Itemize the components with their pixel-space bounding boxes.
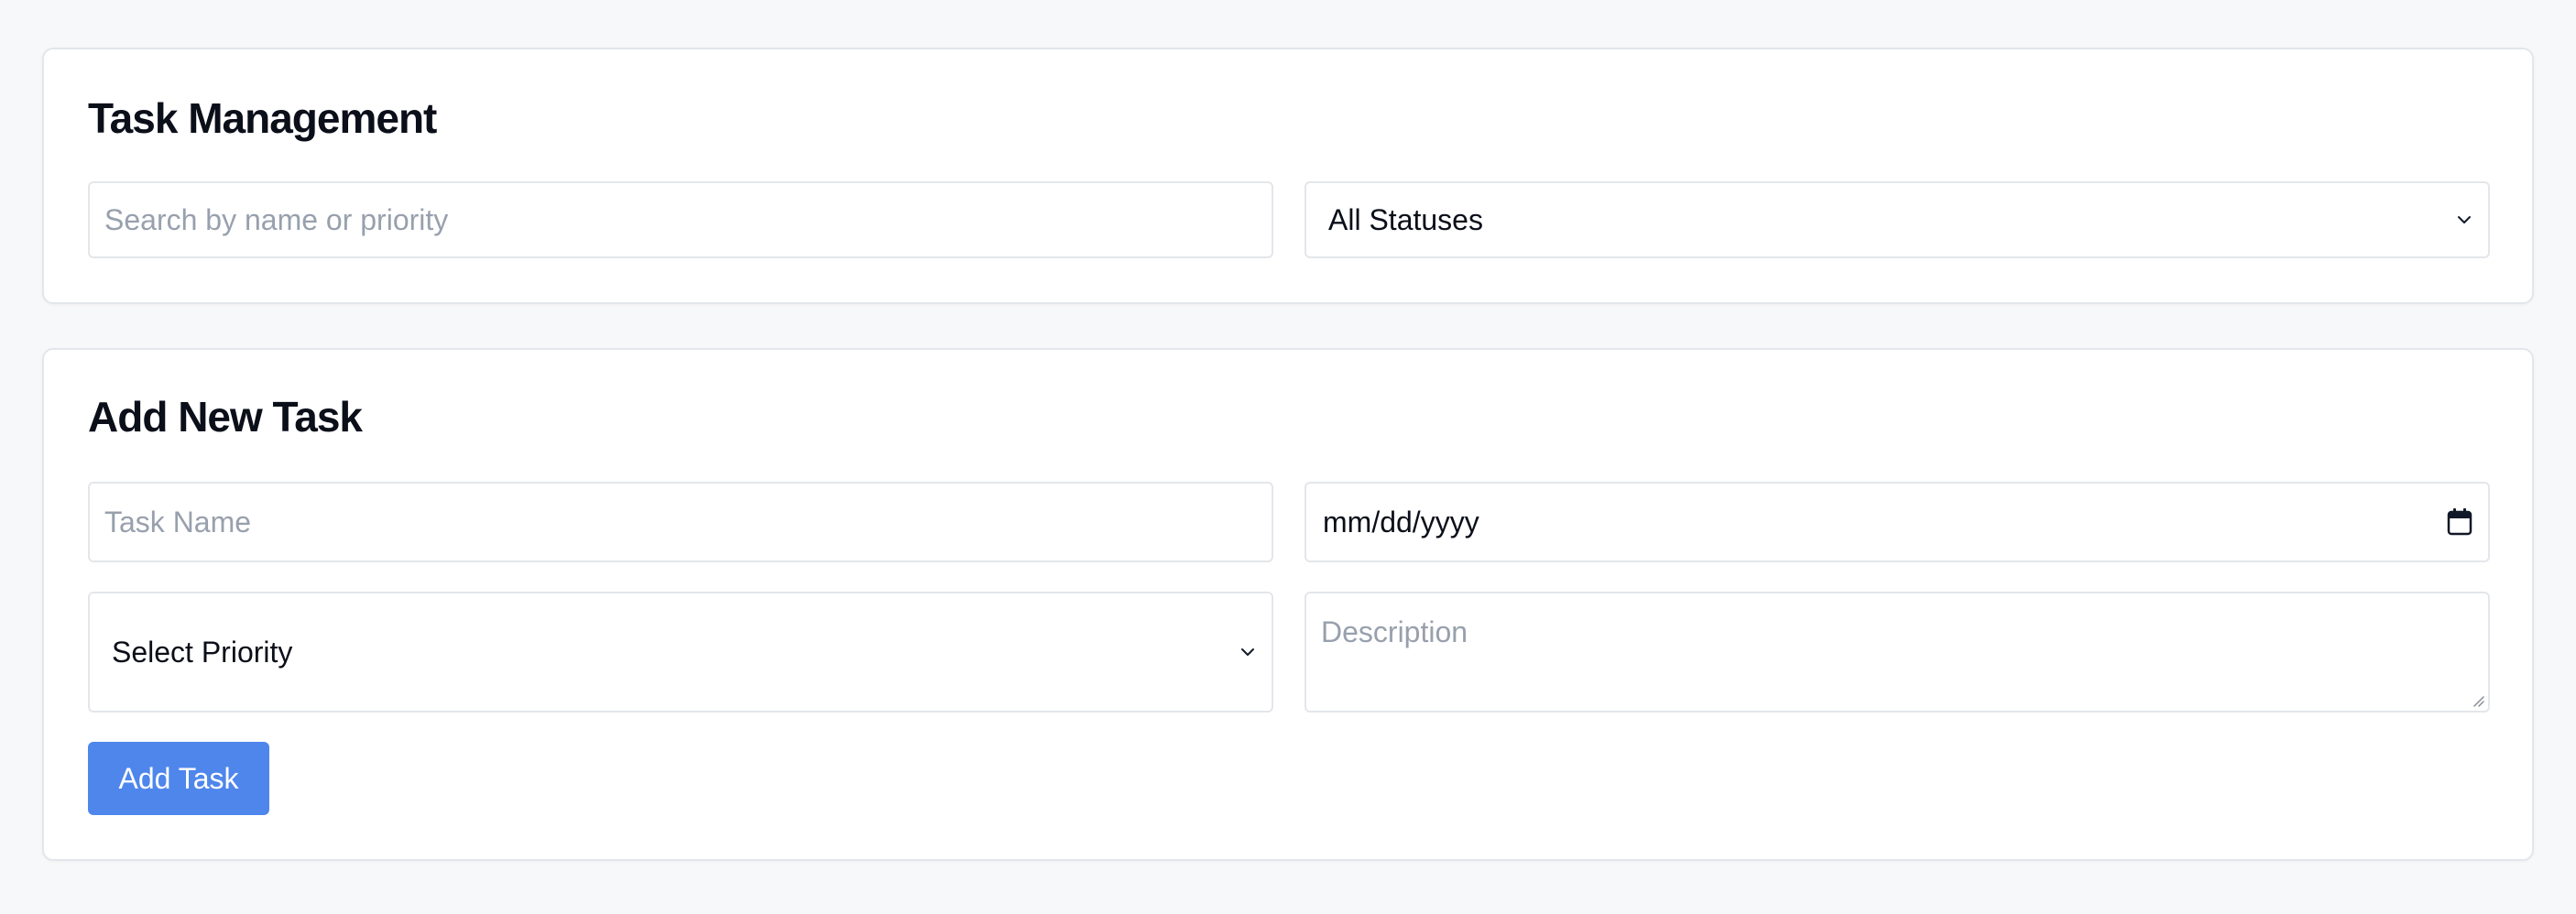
task-management-card: Task Management Search by name or priori… <box>42 48 2534 304</box>
priority-select-value: Select Priority <box>112 635 293 669</box>
status-filter-value: All Statuses <box>1328 202 1483 236</box>
task-name-placeholder: Task Name <box>104 505 252 539</box>
chevron-down-icon <box>1241 648 1254 656</box>
task-management-title: Task Management <box>88 94 437 142</box>
search-input-placeholder: Search by name or priority <box>104 202 449 236</box>
add-task-button[interactable]: Add Task <box>88 742 269 815</box>
task-name-input[interactable]: Task Name <box>88 482 1273 562</box>
priority-select[interactable]: Select Priority <box>88 592 1273 713</box>
description-textarea[interactable]: Description <box>1304 592 2490 713</box>
status-filter-select[interactable]: All Statuses <box>1304 181 2490 258</box>
resize-grip-icon[interactable] <box>2470 692 2484 707</box>
chevron-down-icon <box>2458 216 2471 223</box>
page: Task Management Search by name or priori… <box>0 0 2576 914</box>
due-date-placeholder: mm/dd/yyyy <box>1323 505 1479 539</box>
due-date-input[interactable]: mm/dd/yyyy <box>1304 482 2490 562</box>
calendar-icon[interactable] <box>2446 507 2473 537</box>
add-task-card: Add New Task Task Name mm/dd/yyyy Select… <box>42 348 2534 861</box>
search-input[interactable]: Search by name or priority <box>88 181 1273 258</box>
add-task-title: Add New Task <box>88 393 363 441</box>
description-placeholder: Description <box>1321 615 1468 648</box>
